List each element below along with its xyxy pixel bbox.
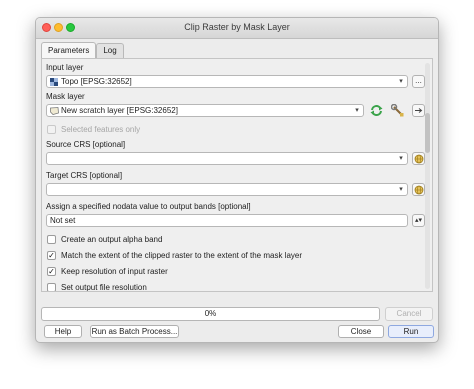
- match-extent-label: Match the extent of the clipped raster t…: [61, 251, 303, 260]
- input-layer-label: Input layer: [46, 63, 84, 72]
- match-extent-checkbox[interactable]: ✓: [47, 251, 56, 260]
- close-button[interactable]: Close: [338, 325, 384, 338]
- title-bar: Clip Raster by Mask Layer: [36, 18, 438, 39]
- chevron-down-icon: ▾: [399, 186, 403, 193]
- crs-globe-icon[interactable]: [412, 183, 425, 196]
- chevron-down-icon: ▾: [399, 78, 403, 85]
- target-crs-combo[interactable]: ▾: [46, 183, 408, 196]
- nodata-input[interactable]: Not set: [46, 214, 408, 227]
- raster-layer-icon: [50, 78, 58, 87]
- nodata-label: Assign a specified nodata value to outpu…: [46, 202, 251, 211]
- target-crs-label: Target CRS [optional]: [46, 171, 123, 180]
- keep-resolution-label: Keep resolution of input raster: [61, 267, 168, 276]
- cancel-button[interactable]: Cancel: [385, 307, 433, 321]
- polygon-layer-icon: [50, 107, 59, 116]
- progress-bar: 0%: [41, 307, 380, 321]
- tab-log[interactable]: Log: [96, 43, 124, 58]
- input-layer-combo[interactable]: Topo [EPSG:32652] ▾: [46, 75, 408, 88]
- set-resolution-label: Set output file resolution: [61, 283, 147, 292]
- tab-bar: Parameters Log: [41, 42, 124, 58]
- run-batch-button[interactable]: Run as Batch Process...: [90, 325, 179, 338]
- alpha-band-label: Create an output alpha band: [61, 235, 163, 244]
- nodata-value: Not set: [50, 216, 76, 225]
- run-button[interactable]: Run: [388, 325, 434, 338]
- mask-layer-combo[interactable]: New scratch layer [EPSG:32652] ▾: [46, 104, 364, 117]
- source-crs-label: Source CRS [optional]: [46, 140, 126, 149]
- help-button[interactable]: Help: [44, 325, 82, 338]
- alpha-band-checkbox[interactable]: [47, 235, 56, 244]
- input-layer-value: Topo [EPSG:32652]: [61, 77, 132, 86]
- dialog-window: Clip Raster by Mask Layer Parameters Log …: [35, 17, 439, 343]
- tab-parameters[interactable]: Parameters: [41, 42, 97, 58]
- parameters-panel: Input layer Topo [EPSG:32652] ▾ ... Mask…: [41, 58, 433, 292]
- crs-globe-icon[interactable]: [412, 152, 425, 165]
- chevron-down-icon: ▾: [399, 155, 403, 162]
- iterate-icon[interactable]: [370, 104, 383, 117]
- input-layer-browse-button[interactable]: ...: [412, 75, 425, 88]
- nodata-spin-button[interactable]: ▴▾: [412, 214, 425, 227]
- mask-layer-browse-button[interactable]: [412, 104, 425, 117]
- set-resolution-checkbox[interactable]: [47, 283, 56, 291]
- scrollbar-thumb[interactable]: [425, 113, 430, 153]
- wrench-icon[interactable]: [390, 103, 404, 117]
- source-crs-combo[interactable]: ▾: [46, 152, 408, 165]
- keep-resolution-checkbox[interactable]: ✓: [47, 267, 56, 276]
- mask-layer-value: New scratch layer [EPSG:32652]: [61, 106, 178, 115]
- selected-features-only-label: Selected features only: [61, 125, 141, 134]
- parameters-scrollbar[interactable]: [425, 63, 430, 289]
- progress-text: 0%: [204, 309, 217, 318]
- mask-layer-label: Mask layer: [46, 92, 85, 101]
- chevron-down-icon: ▾: [355, 107, 359, 114]
- window-title: Clip Raster by Mask Layer: [184, 22, 290, 32]
- selected-features-only-checkbox[interactable]: [47, 125, 56, 134]
